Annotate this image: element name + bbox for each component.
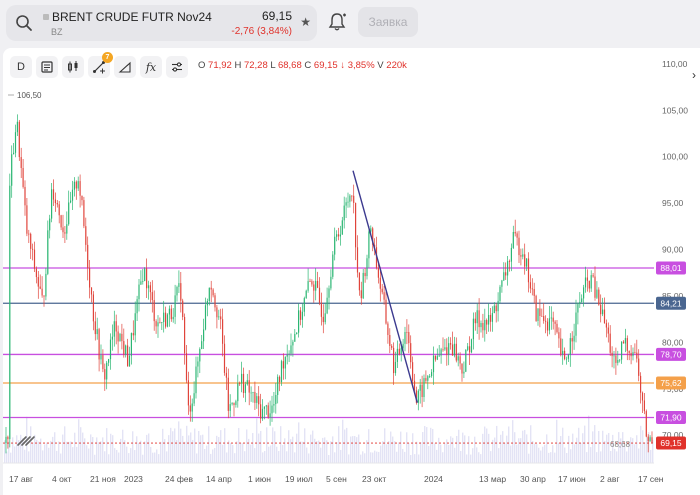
chevron-right-icon[interactable]: › bbox=[692, 68, 696, 82]
ruler-icon bbox=[118, 61, 131, 73]
chart-type-button[interactable] bbox=[62, 56, 84, 78]
close-value: 69,15 bbox=[313, 60, 338, 71]
high-value: 72,28 bbox=[243, 60, 268, 71]
close-label: C bbox=[304, 60, 312, 71]
settings-sliders-icon bbox=[172, 62, 182, 72]
change-arrow: ↓ bbox=[340, 60, 346, 71]
volume-label: V bbox=[377, 60, 384, 71]
ruler-button[interactable] bbox=[114, 56, 136, 78]
calendar-icon bbox=[41, 61, 53, 73]
alert-bell-icon[interactable] bbox=[326, 11, 348, 33]
drawing-count-badge: 7 bbox=[102, 52, 113, 63]
candles-icon bbox=[68, 61, 78, 73]
settings-button[interactable] bbox=[166, 56, 188, 78]
top-bar: BRENT CRUDE FUTR Nov24 BZ 69,15 -2,76 (3… bbox=[0, 0, 700, 46]
ticker-code: BZ bbox=[51, 27, 63, 37]
calendar-button[interactable] bbox=[36, 56, 58, 78]
interval-button[interactable]: D bbox=[10, 56, 32, 78]
star-icon[interactable]: ★ bbox=[300, 15, 311, 29]
low-label: L bbox=[270, 60, 276, 71]
indicators-button[interactable]: fx bbox=[140, 56, 162, 78]
ticker-price: 69,15 bbox=[261, 9, 292, 23]
ticker-name: BRENT CRUDE FUTR Nov24 bbox=[43, 10, 212, 24]
low-value: 68,68 bbox=[277, 60, 302, 71]
order-button[interactable]: Заявка bbox=[358, 7, 418, 37]
open-label: O bbox=[198, 60, 206, 71]
volume-value: 220k bbox=[386, 60, 407, 71]
chart-panel: D fx bbox=[3, 48, 700, 495]
ticker-change: -2,76 (3,84%) bbox=[231, 26, 292, 37]
search-icon[interactable] bbox=[15, 14, 33, 32]
open-value: 71,92 bbox=[208, 60, 232, 71]
high-label: H bbox=[234, 60, 242, 71]
lock-icon bbox=[43, 14, 49, 20]
ticker-selector[interactable]: BRENT CRUDE FUTR Nov24 BZ 69,15 -2,76 (3… bbox=[6, 5, 317, 41]
ohlc-readout: O 71,92 H 72,28 L 68,68 C 69,15 ↓ 3,85% … bbox=[198, 60, 407, 71]
ticker-name-text: BRENT CRUDE FUTR Nov24 bbox=[52, 10, 212, 24]
change-percent: 3,85% bbox=[347, 60, 375, 71]
